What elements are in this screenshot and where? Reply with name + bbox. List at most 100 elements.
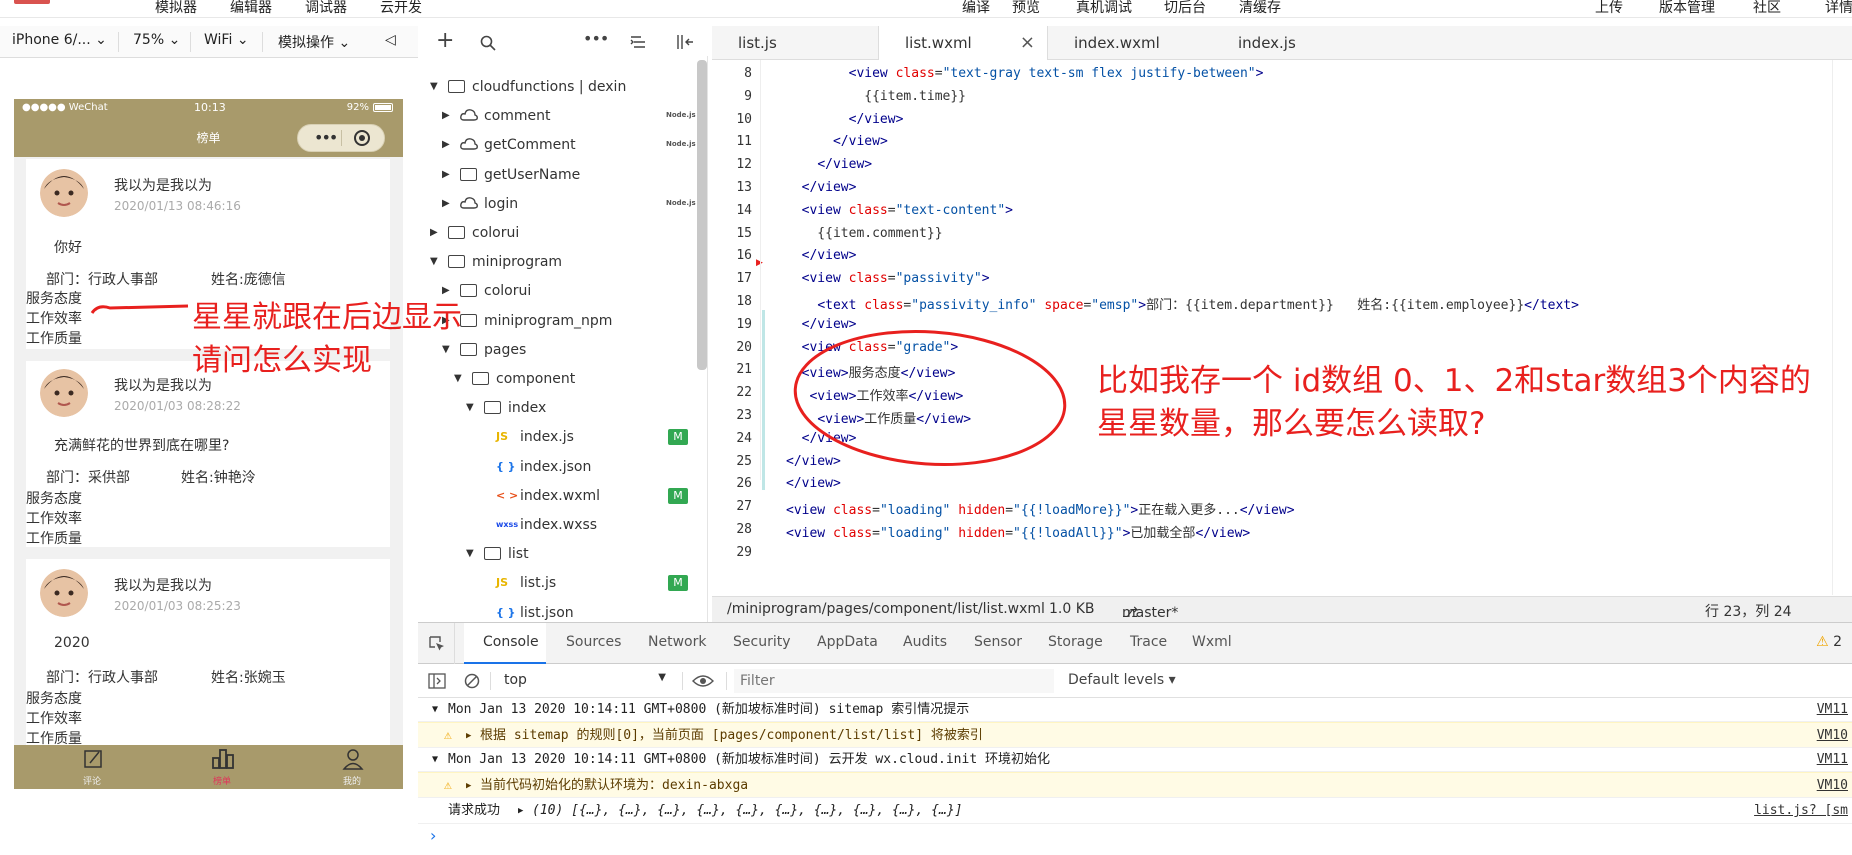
code-line[interactable]: <view class="loading" hidden="{{!loadMor… [786,499,1295,518]
code-line[interactable]: <view class="passivity"> [786,271,990,286]
code-line[interactable]: <view>工作效率</view> [786,385,963,404]
code-line[interactable]: </view> [786,157,872,172]
tab-wxml[interactable]: Wxml [1192,634,1232,650]
menu-cloud[interactable]: 云开发 [380,0,422,16]
zoom-select[interactable]: 75% ⌄ [133,32,180,48]
caret-right-icon[interactable]: ▶ [442,110,450,121]
caret-right-icon[interactable]: ▶ [430,227,438,238]
log-levels-select[interactable]: Default levels ▾ [1068,672,1176,688]
log-source-link[interactable]: VM11 [1817,698,1848,722]
device-select[interactable]: iPhone 6/... ⌄ [12,32,107,48]
tree-item[interactable]: ▶ getUserName [418,164,698,186]
caret-down-icon[interactable]: ▼ [430,256,438,267]
collapse-icon[interactable] [630,35,646,49]
menu-community[interactable]: 社区 [1753,0,1781,16]
console-warning[interactable]: ⚠ ▶ 当前代码初始化的默认环境为：dexin-abxga VM10 [418,772,1852,798]
tree-item[interactable]: { } index.json [418,456,698,478]
tree-item[interactable]: ▼ cloudfunctions | dexin [418,76,698,98]
tree-item[interactable]: ▼ component [418,368,698,390]
caret-down-icon[interactable]: ▼ [430,81,438,92]
tab-list-js[interactable]: list.js [712,26,803,60]
caret-right-icon[interactable]: ▶ [442,139,450,150]
tree-item[interactable]: ▶ login Node.js [418,193,698,215]
more-icon[interactable]: ••• [314,128,338,147]
tree-item[interactable]: ▶ colorui [418,222,698,244]
code-line[interactable]: </view> [786,317,857,332]
scrollbar[interactable] [697,60,707,370]
tree-item[interactable]: wxss index.wxss [418,514,698,536]
code-line[interactable]: </view> [786,134,888,149]
menu-simulator[interactable]: 模拟器 [155,0,197,16]
code-line[interactable]: </view> [786,476,841,491]
caret-down-icon[interactable]: ▼ [442,344,450,355]
console-warning[interactable]: ⚠ ▶ 根据 sitemap 的规则[0]，当前页面 [pages/componen… [418,722,1852,748]
caret-down-icon[interactable]: ▼ [466,402,474,413]
console-prompt[interactable]: › [430,826,436,845]
log-source-link[interactable]: VM10 [1817,773,1848,799]
clear-console-icon[interactable] [464,673,480,689]
tab-mine[interactable]: 我的 [322,745,382,789]
log-source-link[interactable]: VM11 [1817,748,1848,772]
tab-audits[interactable]: Audits [903,634,947,650]
menu-debugger[interactable]: 调试器 [305,0,347,16]
code-line[interactable]: <text class="passivity_info" space="emsp… [786,294,1579,313]
tab-console[interactable]: Console [483,634,539,650]
network-select[interactable]: WiFi ⌄ [204,32,249,48]
code-line[interactable]: <view>工作质量</view> [786,408,971,427]
code-line[interactable]: {{item.comment}} [786,226,942,241]
tree-item[interactable]: JS list.js M [418,572,698,594]
tree-item[interactable]: { } list.json [418,602,698,622]
menu-details[interactable]: 详情 [1825,0,1852,16]
caret-right-icon[interactable]: ▶ [466,773,471,799]
caret-down-icon[interactable]: ▼ [432,698,438,722]
tab-index-js[interactable]: index.js [1212,26,1322,60]
tab-appdata[interactable]: AppData [817,634,878,650]
code-line[interactable]: <view>服务态度</view> [786,362,956,381]
caret-down-icon[interactable]: ▼ [454,373,462,384]
tree-item[interactable]: JS index.js M [418,426,698,448]
menu-preview[interactable]: 预览 [1012,0,1040,16]
caret-right-icon[interactable]: ▶ [442,198,450,209]
menu-upload[interactable]: 上传 [1595,0,1623,16]
log-source-link[interactable]: VM10 [1817,723,1848,749]
tree-item[interactable]: ▼ index [418,397,698,419]
tab-sources[interactable]: Sources [566,634,621,650]
code-line[interactable]: <view class="text-content"> [786,203,1013,218]
caret-right-icon[interactable]: ▶ [442,169,450,180]
console-message[interactable]: ▼ Mon Jan 13 2020 10:14:11 GMT+0800 (新加坡标… [418,698,1852,722]
mini-program-capsule[interactable]: ••• [297,124,385,152]
add-icon[interactable]: + [436,28,454,53]
split-icon[interactable] [676,34,694,50]
tree-item[interactable]: ▶ comment Node.js [418,105,698,127]
code-line[interactable]: </view> [786,431,857,446]
eye-icon[interactable] [692,674,714,688]
tab-storage[interactable]: Storage [1048,634,1103,650]
operation-select[interactable]: 模拟操作 ⌄ [278,32,350,52]
sidebar-toggle-icon[interactable] [428,673,446,689]
menu-compile[interactable]: 编译 [962,0,990,16]
menu-background[interactable]: 切后台 [1164,0,1206,16]
code-line[interactable]: <view class="text-gray text-sm flex just… [786,66,1264,81]
menu-device-debug[interactable]: 真机调试 [1076,0,1132,16]
code-line[interactable]: </view> [786,112,904,127]
tab-ranking[interactable]: 榜单 [192,745,252,789]
console-filter-input[interactable] [734,669,1054,693]
code-editor[interactable]: 8 <view class="text-gray text-sm flex ju… [712,60,1852,595]
tab-sensor[interactable]: Sensor [974,634,1022,650]
editor-scrollbar[interactable] [1832,60,1846,595]
log-object[interactable]: (10) [{…}, {…}, {…}, {…}, {…}, {…}, {…},… [532,798,962,824]
tree-item[interactable]: ▶ getComment Node.js [418,134,698,156]
tree-item[interactable]: ▼ miniprogram [418,251,698,273]
close-icon[interactable]: × [1020,26,1035,60]
menu-clear-cache[interactable]: 清缓存 [1239,0,1281,16]
warning-count[interactable]: ⚠ 2 [1816,634,1842,650]
tab-security[interactable]: Security [733,634,791,650]
caret-right-icon[interactable]: ▶ [466,723,471,749]
tab-index-wxml[interactable]: index.wxml [1048,26,1186,60]
search-icon[interactable] [480,35,496,51]
caret-down-icon[interactable]: ▼ [432,748,438,772]
tab-trace[interactable]: Trace [1130,634,1167,650]
tree-item[interactable]: ▼ list [418,543,698,565]
inspect-icon[interactable] [428,635,446,653]
volume-icon[interactable]: ◁ [385,32,396,48]
